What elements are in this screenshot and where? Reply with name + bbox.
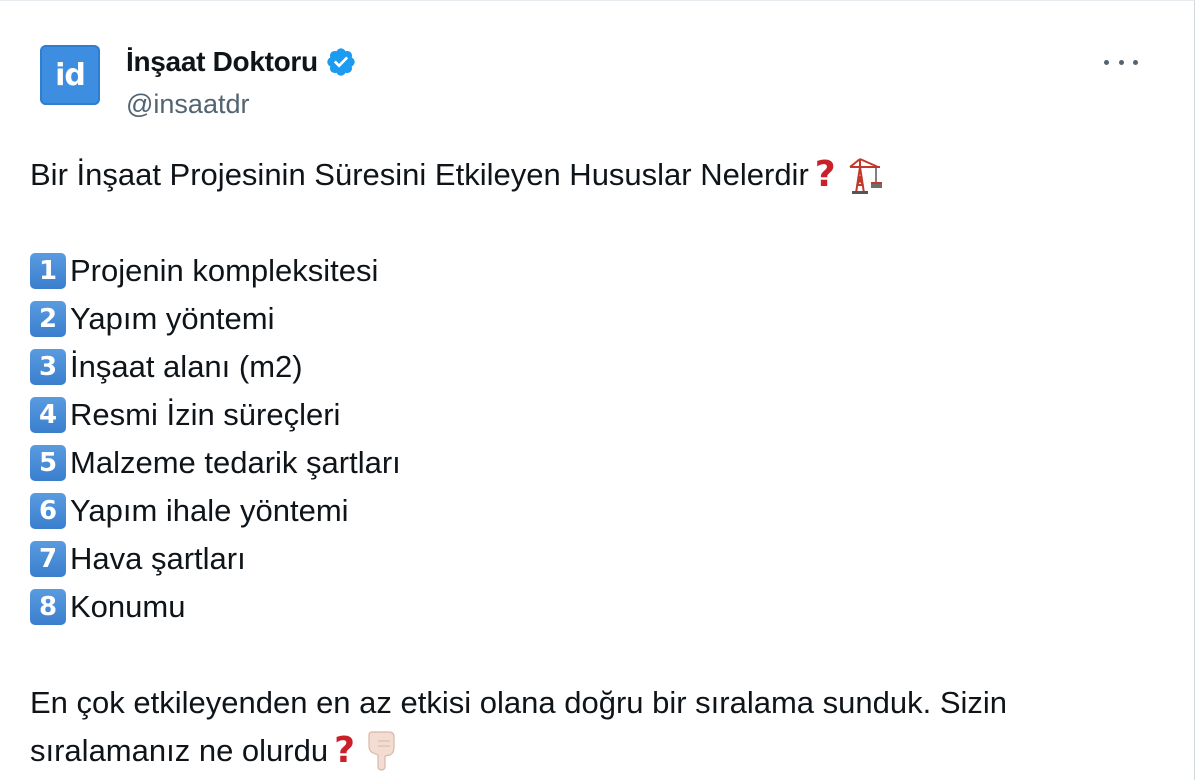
list-item-text: Resmi İzin süreçleri: [70, 397, 341, 432]
keycap-digit-icon: 6: [30, 493, 66, 529]
avatar[interactable]: id: [40, 45, 100, 105]
more-options-icon[interactable]: [1104, 51, 1138, 73]
tweet-text: Bir İnşaat Projesinin Süresini Etkileyen…: [30, 151, 1150, 775]
question-mark-icon: ?: [334, 730, 355, 771]
avatar-logo-text: id: [55, 58, 86, 93]
author-names: İnşaat Doktoru @insaatdr: [126, 45, 357, 120]
keycap-digit-icon: 5: [30, 445, 66, 481]
tweet-title: Bir İnşaat Projesinin Süresini Etkileyen…: [30, 157, 809, 192]
list-item-text: Projenin kompleksitesi: [70, 253, 379, 288]
list-item: 4 Resmi İzin süreçleri: [30, 391, 1150, 439]
more-dot: [1133, 59, 1138, 65]
closing-text: En çok etkileyenden en az etkisi olana d…: [30, 685, 1008, 720]
keycap-digit-icon: 7: [30, 541, 66, 577]
pointing-down-hand-icon: [368, 731, 395, 771]
list-item: 7 Hava şartları: [30, 535, 1150, 583]
list-item-text: Yapım ihale yöntemi: [70, 493, 349, 528]
more-dot: [1118, 59, 1124, 65]
list-item-text: Konumu: [70, 589, 186, 624]
user-handle[interactable]: @insaatdr: [126, 89, 357, 120]
question-mark-icon: ?: [814, 154, 836, 195]
closing-line: sıralamanız ne olurdu ?: [30, 727, 1150, 775]
list-item: 6 Yapım ihale yöntemi: [30, 487, 1150, 535]
closing-text: sıralamanız ne olurdu: [30, 733, 329, 768]
list-item: 5 Malzeme tedarik şartları: [30, 439, 1150, 487]
tweet-header: id İnşaat Doktoru @insaatdr: [40, 45, 357, 120]
list-item: 3 İnşaat alanı (m2): [30, 343, 1150, 391]
list-item: 1 Projenin kompleksitesi: [30, 247, 1150, 295]
keycap-digit-icon: 8: [30, 589, 66, 625]
keycap-digit-icon: 4: [30, 397, 66, 433]
list-item-text: Hava şartları: [70, 541, 246, 576]
keycap-digit-icon: 1: [30, 253, 66, 289]
construction-crane-icon: [849, 158, 882, 194]
list-item-text: Yapım yöntemi: [70, 301, 275, 336]
list-item-text: İnşaat alanı (m2): [70, 349, 303, 384]
verified-badge-icon: [327, 48, 355, 76]
tweet-title-line: Bir İnşaat Projesinin Süresini Etkileyen…: [30, 151, 1150, 199]
display-name[interactable]: İnşaat Doktoru: [126, 46, 318, 78]
more-dot: [1104, 59, 1109, 65]
list-item-text: Malzeme tedarik şartları: [70, 445, 401, 480]
closing-line: En çok etkileyenden en az etkisi olana d…: [30, 679, 1150, 727]
list-item: 8 Konumu: [30, 583, 1150, 631]
keycap-digit-icon: 3: [30, 349, 66, 385]
list-item: 2 Yapım yöntemi: [30, 295, 1150, 343]
keycap-digit-icon: 2: [30, 301, 66, 337]
tweet-card: id İnşaat Doktoru @insaatdr Bir İnşaat P…: [0, 0, 1195, 780]
display-name-row: İnşaat Doktoru: [126, 45, 357, 79]
